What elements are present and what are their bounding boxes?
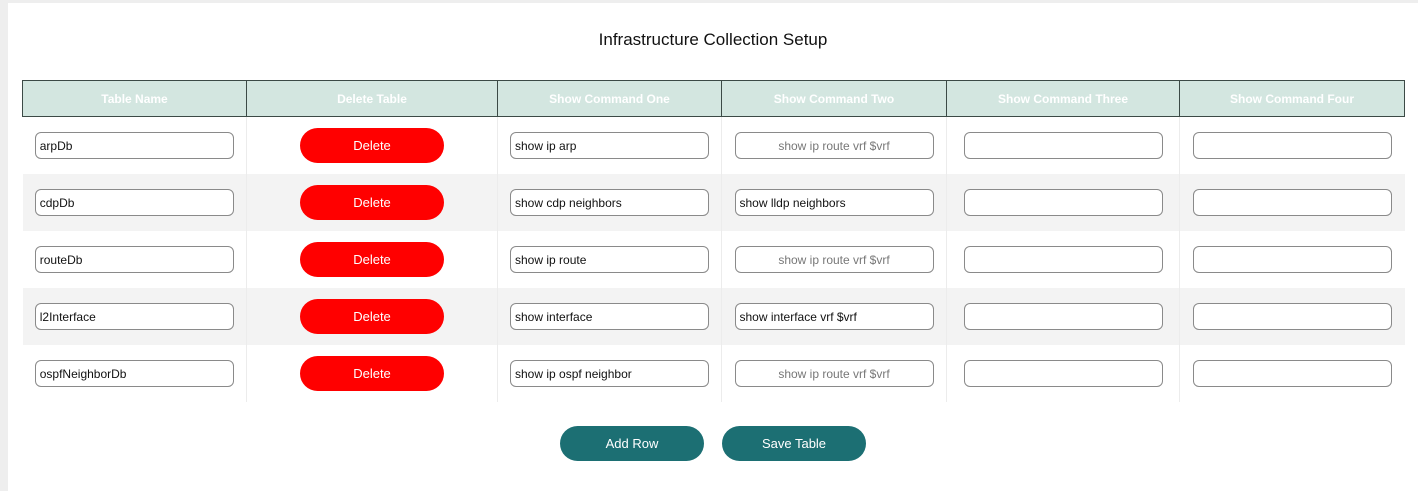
command-one-input[interactable] — [510, 189, 709, 216]
setup-panel: Infrastructure Collection Setup Table Na… — [8, 3, 1418, 491]
command-one-input[interactable] — [510, 303, 709, 330]
table-name-input[interactable] — [34, 246, 234, 273]
delete-row-button[interactable]: Delete — [300, 299, 444, 334]
table-row: Delete — [22, 231, 1405, 288]
command-one-input[interactable] — [510, 132, 709, 159]
table-name-input[interactable] — [34, 189, 234, 216]
command-one-input[interactable] — [510, 246, 709, 273]
command-one-input[interactable] — [510, 360, 709, 387]
header-show-command-three: Show Command Three — [946, 80, 1180, 117]
command-two-input[interactable] — [734, 303, 934, 330]
header-show-command-two: Show Command Two — [721, 80, 947, 117]
table-name-input[interactable] — [34, 132, 234, 159]
table-row: Delete — [22, 116, 1405, 174]
command-three-input[interactable] — [963, 303, 1163, 330]
command-four-input[interactable] — [1192, 360, 1392, 387]
add-row-button[interactable]: Add Row — [560, 426, 704, 461]
table-row: Delete — [22, 345, 1405, 402]
command-four-input[interactable] — [1192, 132, 1392, 159]
command-two-input[interactable] — [734, 246, 934, 273]
delete-row-button[interactable]: Delete — [300, 185, 444, 220]
table-header: Table Name Delete Table Show Command One… — [22, 80, 1405, 117]
command-four-input[interactable] — [1192, 246, 1392, 273]
table-row: Delete — [22, 174, 1405, 231]
delete-row-button[interactable]: Delete — [300, 356, 444, 391]
command-three-input[interactable] — [963, 189, 1163, 216]
table-body: Delete Delete Delete — [22, 116, 1405, 402]
collection-table: Table Name Delete Table Show Command One… — [22, 80, 1405, 402]
command-four-input[interactable] — [1192, 303, 1392, 330]
delete-row-button[interactable]: Delete — [300, 128, 444, 163]
header-delete-table: Delete Table — [246, 80, 498, 117]
table-actions: Add Row Save Table — [8, 426, 1418, 461]
page-title: Infrastructure Collection Setup — [598, 30, 828, 49]
table-name-input[interactable] — [34, 303, 234, 330]
header-show-command-four: Show Command Four — [1179, 80, 1405, 117]
command-two-input[interactable] — [734, 132, 934, 159]
header-table-name: Table Name — [22, 80, 247, 117]
command-two-input[interactable] — [734, 189, 934, 216]
command-four-input[interactable] — [1192, 189, 1392, 216]
delete-row-button[interactable]: Delete — [300, 242, 444, 277]
command-three-input[interactable] — [963, 360, 1163, 387]
command-two-input[interactable] — [734, 360, 934, 387]
command-three-input[interactable] — [963, 132, 1163, 159]
command-three-input[interactable] — [963, 246, 1163, 273]
header-show-command-one: Show Command One — [497, 80, 722, 117]
table-row: Delete — [22, 288, 1405, 345]
table-name-input[interactable] — [34, 360, 234, 387]
save-table-button[interactable]: Save Table — [722, 426, 866, 461]
